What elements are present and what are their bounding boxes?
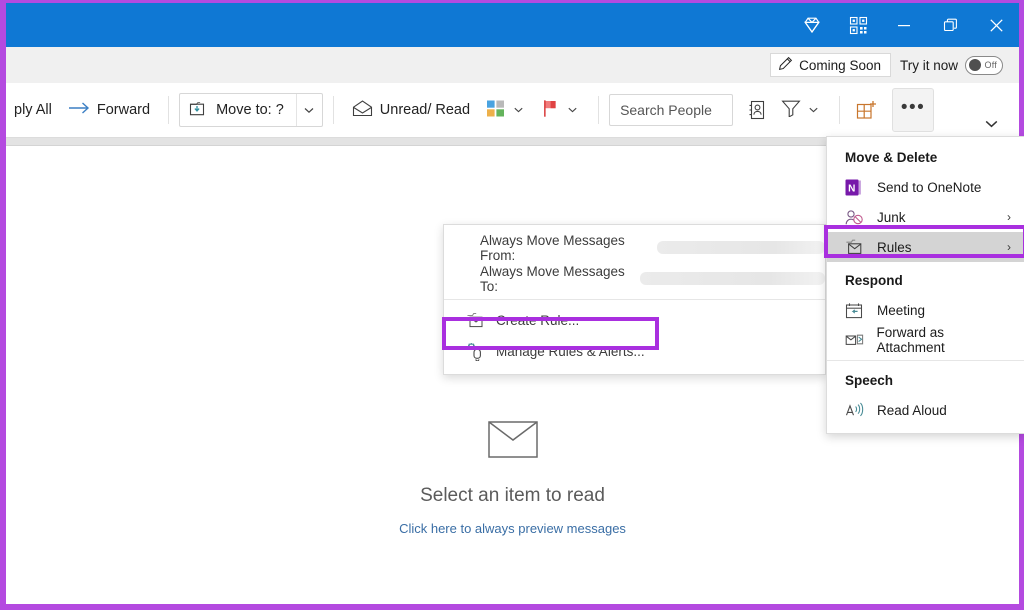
coming-soon-badge[interactable]: Coming Soon xyxy=(770,53,891,77)
move-to-icon xyxy=(189,100,208,121)
ribbon-divider-1 xyxy=(168,96,170,124)
categorize-icon xyxy=(486,99,506,122)
unread-read-button[interactable]: Unread/ Read xyxy=(344,93,478,127)
search-people-input[interactable]: Search People xyxy=(609,94,734,126)
ribbon-divider-2 xyxy=(332,96,334,124)
minimize-button[interactable] xyxy=(881,3,927,47)
filter-email-button[interactable] xyxy=(773,93,829,127)
forward-as-attachment-label: Forward as Attachment xyxy=(876,325,945,355)
submenu-separator xyxy=(444,299,825,300)
menu-section-respond: Respond xyxy=(845,273,903,288)
categorize-button[interactable] xyxy=(478,93,534,127)
menu-item-rules[interactable]: Rules › xyxy=(827,232,1024,262)
preview-messages-link[interactable]: Click here to always preview messages xyxy=(399,521,626,536)
coming-soon-bar: Coming Soon Try it now Off xyxy=(6,47,1019,83)
always-move-from-label: Always Move Messages From: xyxy=(480,232,625,263)
forward-button[interactable]: Forward xyxy=(60,93,158,127)
filter-icon xyxy=(781,99,801,121)
categorize-dropdown-arrow[interactable] xyxy=(510,107,526,113)
move-to-label: Move to: ? xyxy=(216,102,284,118)
menu-section-move-delete: Move & Delete xyxy=(845,150,938,165)
try-it-now-label: Try it now xyxy=(899,57,958,73)
flag-dropdown-arrow[interactable] xyxy=(564,107,580,113)
coming-soon-label: Coming Soon xyxy=(799,57,881,73)
move-to-button[interactable]: Move to: ? xyxy=(180,94,296,126)
meeting-label: Meeting xyxy=(877,302,926,318)
outlook-window: Coming Soon Try it now Off ply All Forwa… xyxy=(0,0,1024,610)
reply-all-label: ply All xyxy=(14,101,52,118)
more-commands-button[interactable]: ••• xyxy=(892,88,935,132)
send-to-onenote-label: Send to OneNote xyxy=(877,179,982,195)
ribbon-toolbar: ply All Forward Move to: ? Unread/ Read … xyxy=(6,83,1019,137)
menu-separator xyxy=(827,360,1024,361)
always-move-from-item[interactable]: Always Move Messages From: xyxy=(444,232,825,263)
create-rule-label: Create Rule... xyxy=(496,313,580,328)
toggle-state-label: Off xyxy=(984,60,997,70)
address-book-button[interactable] xyxy=(741,93,773,127)
menu-item-meeting[interactable]: Meeting xyxy=(827,295,1024,325)
menu-item-read-aloud[interactable]: Read Aloud xyxy=(827,395,1024,425)
read-aloud-icon xyxy=(845,401,867,419)
redacted-sender xyxy=(657,241,825,254)
redacted-recipient xyxy=(639,272,825,285)
create-rule-icon xyxy=(466,312,488,329)
expand-ribbon-button[interactable] xyxy=(981,115,1001,133)
onenote-icon: N xyxy=(845,178,867,196)
qr-code-icon[interactable] xyxy=(835,3,881,47)
move-to-split-button[interactable]: Move to: ? xyxy=(179,93,323,127)
forward-attachment-icon xyxy=(845,331,866,349)
empty-state-title: Select an item to read xyxy=(420,485,605,506)
flag-button[interactable] xyxy=(534,93,588,127)
try-it-now-toggle[interactable]: Off xyxy=(965,55,1003,75)
manage-rules-alerts-item[interactable]: Manage Rules & Alerts... xyxy=(444,336,825,367)
unread-read-label: Unread/ Read xyxy=(379,101,471,118)
filter-dropdown-arrow[interactable] xyxy=(805,107,821,113)
svg-text:N: N xyxy=(848,183,855,194)
get-addins-button[interactable] xyxy=(850,93,882,127)
rules-submenu: Always Move Messages From: Always Move M… xyxy=(443,224,826,375)
always-move-to-item[interactable]: Always Move Messages To: xyxy=(444,263,825,294)
junk-icon xyxy=(845,208,867,226)
junk-submenu-arrow: › xyxy=(1007,210,1011,224)
rules-submenu-arrow: › xyxy=(1007,240,1011,254)
toggle-knob xyxy=(969,59,981,71)
pen-icon xyxy=(778,56,793,74)
ellipsis-icon: ••• xyxy=(900,97,926,118)
reply-all-button[interactable]: ply All xyxy=(6,93,60,127)
restore-button[interactable] xyxy=(927,3,973,47)
create-rule-item[interactable]: Create Rule... xyxy=(444,305,825,336)
meeting-icon xyxy=(845,301,867,319)
close-button[interactable] xyxy=(973,3,1019,47)
forward-label: Forward xyxy=(96,101,151,118)
menu-section-speech: Speech xyxy=(845,373,894,388)
menu-item-forward-as-attachment[interactable]: Forward as Attachment xyxy=(827,325,1024,355)
title-bar xyxy=(6,3,1019,47)
envelope-open-icon xyxy=(352,99,373,121)
read-aloud-label: Read Aloud xyxy=(877,402,947,418)
arrow-right-icon xyxy=(68,100,90,120)
menu-item-junk[interactable]: Junk › xyxy=(827,202,1024,232)
menu-item-send-to-onenote[interactable]: N Send to OneNote xyxy=(827,172,1024,202)
more-commands-menu: Move & Delete N Send to OneNote Junk › R… xyxy=(826,136,1024,434)
always-move-to-label: Always Move Messages To: xyxy=(480,263,625,294)
ribbon-divider-3 xyxy=(598,96,600,124)
search-people-placeholder: Search People xyxy=(620,102,712,118)
envelope-icon xyxy=(487,421,538,463)
ribbon-divider-4 xyxy=(839,96,841,124)
flag-icon xyxy=(542,99,560,122)
diamond-icon[interactable] xyxy=(789,3,835,47)
rules-icon xyxy=(845,238,867,256)
manage-rules-label: Manage Rules & Alerts... xyxy=(496,344,645,359)
move-to-dropdown-arrow[interactable] xyxy=(295,94,322,126)
junk-label: Junk xyxy=(877,209,906,225)
rules-label: Rules xyxy=(877,239,912,255)
empty-state: Select an item to read Click here to alw… xyxy=(6,421,1019,536)
manage-rules-icon xyxy=(466,342,488,361)
